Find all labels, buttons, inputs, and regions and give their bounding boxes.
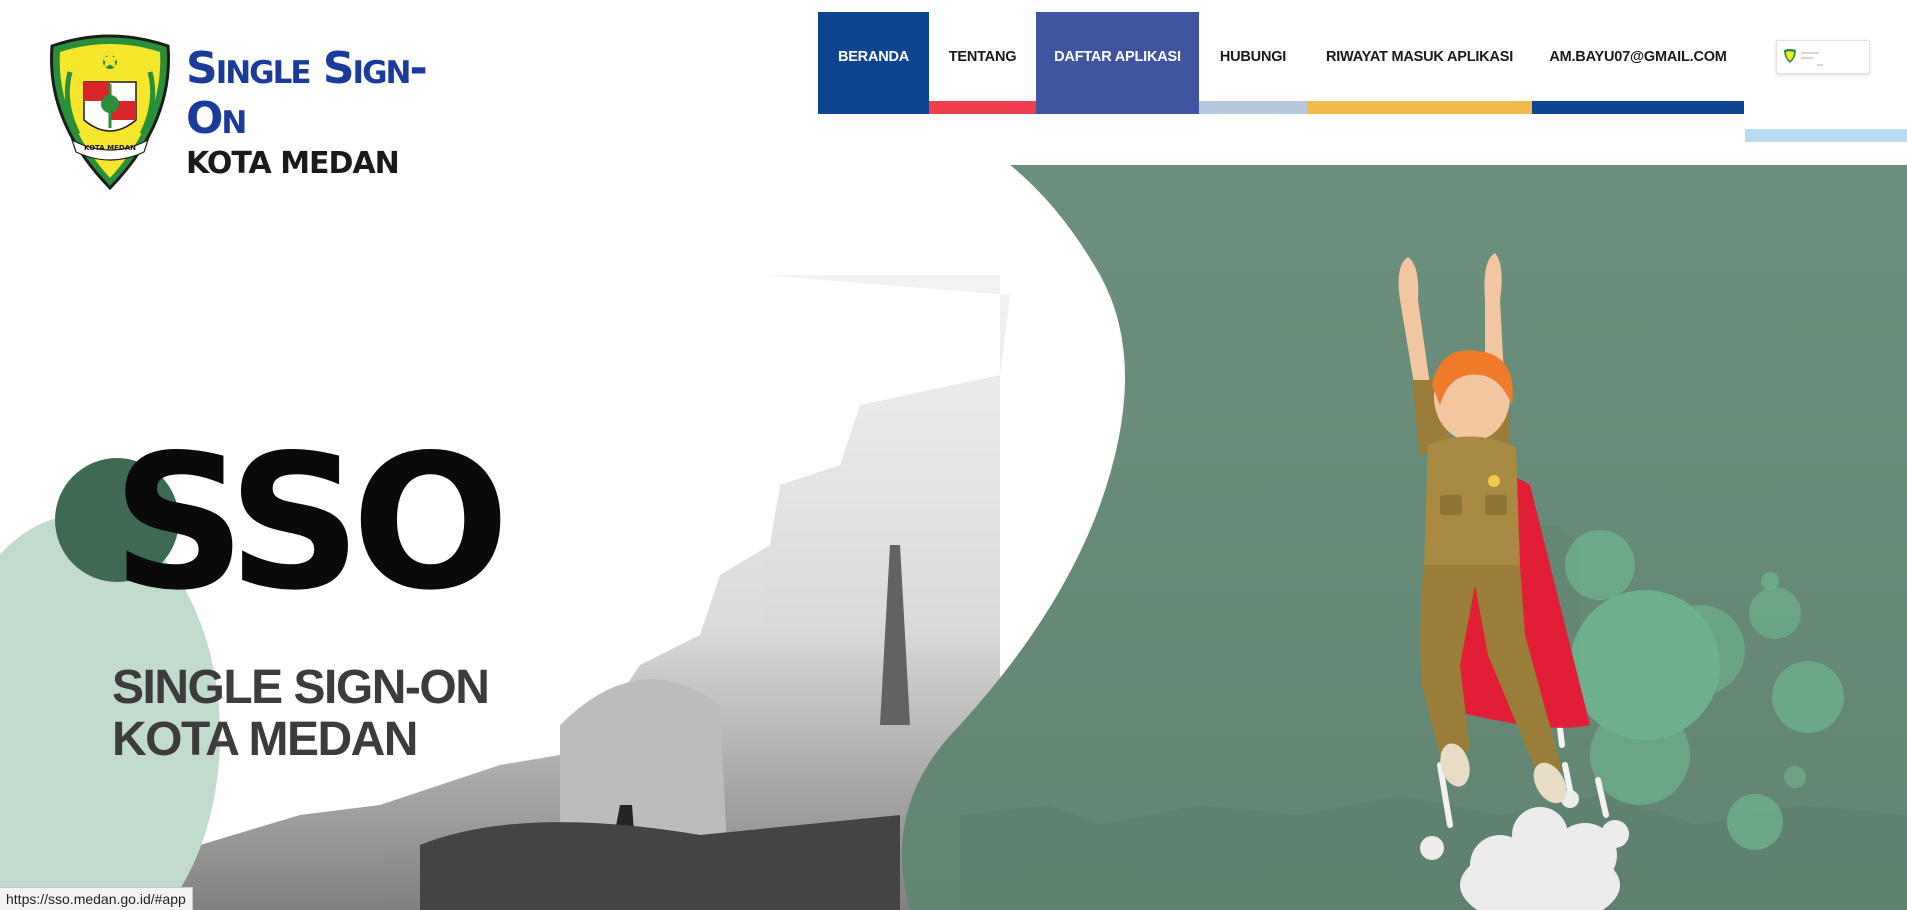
site-thumbnail-preview[interactable] (1776, 40, 1870, 74)
nav-riwayat-label: RIWAYAT MASUK APLIKASI (1325, 49, 1514, 65)
nav-hubungi-underline (1199, 101, 1307, 114)
nav-riwayat-underline (1307, 101, 1532, 114)
svg-text:KOTA MEDAN: KOTA MEDAN (84, 144, 136, 152)
nav-daftar-aplikasi-underline (1036, 101, 1199, 114)
nav-tentang-label: TENTANG (948, 49, 1017, 65)
mini-line (1801, 57, 1813, 59)
nav-riwayat-masuk-aplikasi[interactable]: RIWAYAT MASUK APLIKASI (1307, 12, 1532, 114)
nav-user-underline (1532, 101, 1744, 114)
hero-section: SSO SINGLE SIGN-ON KOTA MEDAN (0, 165, 1907, 910)
nav-user-account[interactable]: AM.BAYU07@GMAIL.COM (1532, 12, 1744, 114)
nav-beranda-underline (818, 101, 929, 114)
browser-status-url: https://sso.medan.go.id/#app (0, 887, 193, 910)
hero-subtitle: SINGLE SIGN-ON KOTA MEDAN (112, 661, 490, 766)
nav-hubungi-label: HUBUNGI (1219, 49, 1287, 65)
nav-beranda-label: BERANDA (837, 49, 910, 65)
nav-daftar-aplikasi-label: DAFTAR APLIKASI (1054, 49, 1181, 65)
nav-beranda[interactable]: BERANDA (818, 12, 929, 114)
nav-accent-strip (1745, 129, 1907, 142)
nav-user-email-label: AM.BAYU07@GMAIL.COM (1549, 49, 1727, 65)
hero-subtitle-line2: KOTA MEDAN (112, 713, 418, 766)
nav-hubungi[interactable]: HUBUNGI (1199, 12, 1307, 114)
mini-line (1801, 52, 1819, 54)
main-nav: BERANDA TENTANG DAFTAR APLIKASI HUBUNGI … (818, 12, 1744, 114)
mini-emblem-icon (1784, 49, 1796, 63)
mini-line (1817, 64, 1823, 66)
hero-title: SSO (112, 414, 510, 631)
nav-tentang-underline (929, 101, 1036, 114)
nav-daftar-aplikasi[interactable]: DAFTAR APLIKASI (1036, 12, 1199, 114)
hero-subtitle-line1: SINGLE SIGN-ON (112, 661, 490, 714)
brand-title: Single Sign-On (186, 43, 428, 144)
nav-tentang[interactable]: TENTANG (929, 12, 1036, 114)
